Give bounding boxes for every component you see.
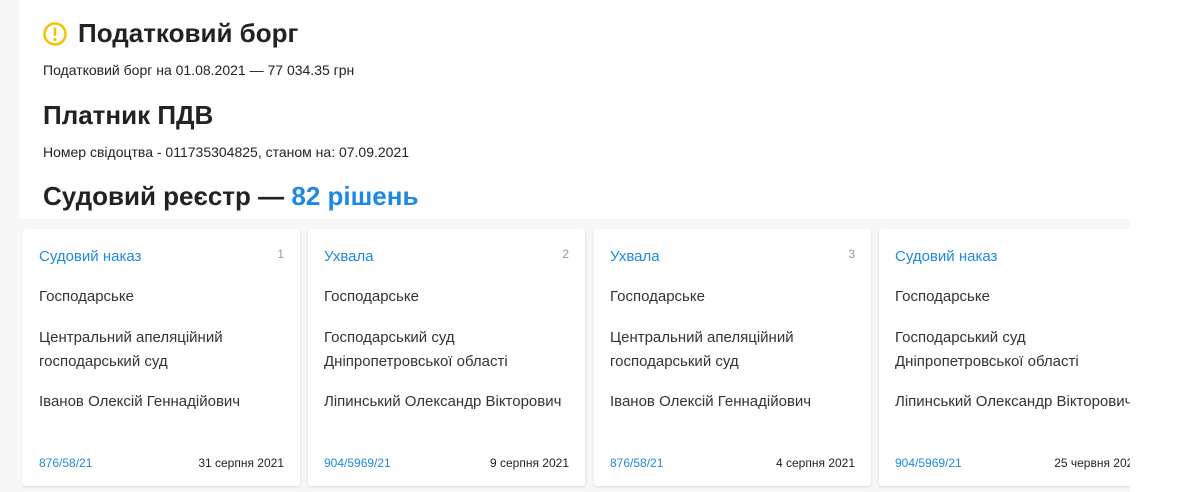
jurisdiction: Господарське	[39, 288, 134, 305]
warning-icon	[43, 21, 67, 46]
decision-date: 9 серпня 2021	[489, 456, 569, 470]
decision-type-link[interactable]: Судовий наказ	[39, 248, 141, 265]
decision-type-link[interactable]: Ухвала	[610, 248, 660, 265]
judge-name: Іванов Олексій Геннадійович	[610, 393, 812, 410]
court-name: Господарський суд Дніпропетровської обла…	[324, 329, 508, 370]
right-margin	[1130, 0, 1178, 492]
decision-card[interactable]: Ухвала 3 Господарське Центральний апеляц…	[594, 229, 871, 486]
case-number-link[interactable]: 876/58/21	[610, 456, 663, 470]
jurisdiction: Господарське	[324, 288, 419, 305]
case-number-link[interactable]: 904/5969/21	[324, 456, 391, 470]
decision-card[interactable]: Ухвала 2 Господарське Господарський суд …	[308, 229, 585, 486]
case-number-link[interactable]: 876/58/21	[39, 456, 92, 470]
court-name: Господарський суд Дніпропетровської обла…	[895, 329, 1079, 370]
vat-detail: Номер свідоцтва - 011735304825, станом н…	[43, 144, 410, 160]
decision-type-link[interactable]: Ухвала	[324, 248, 374, 265]
tax-debt-title: Податковий борг	[43, 18, 298, 49]
case-number-link[interactable]: 904/5969/21	[895, 456, 962, 470]
decision-index: 2	[562, 247, 569, 261]
tax-debt-detail: Податковий борг на 01.08.2021 — 77 034.3…	[43, 62, 355, 78]
decision-date: 25 червня 2021	[1054, 456, 1130, 470]
judge-name: Іванов Олексій Геннадійович	[39, 393, 241, 410]
court-registry-title-text: Судовий реєстр —	[43, 181, 285, 211]
judge-name: Ліпинський Олександр Вікторович	[324, 393, 562, 410]
decision-type-link[interactable]: Судовий наказ	[895, 248, 997, 265]
tax-debt-title-text: Податковий борг	[78, 18, 299, 48]
decision-date: 4 серпня 2021	[775, 456, 855, 470]
decision-card[interactable]: Судовий наказ 1 Господарське Центральний…	[23, 229, 300, 486]
judge-name: Ліпинський Олександр Вікторович	[895, 393, 1130, 410]
jurisdiction: Господарське	[895, 288, 990, 305]
decision-index: 3	[848, 247, 855, 261]
decision-index: 1	[277, 247, 284, 261]
court-registry-count[interactable]: 82 рішень	[291, 181, 418, 211]
court-name: Центральний апеляційний господарський су…	[39, 329, 223, 370]
decision-cards: Судовий наказ 1 Господарське Центральний…	[23, 229, 1130, 489]
jurisdiction: Господарське	[610, 288, 705, 305]
decision-card[interactable]: Судовий наказ Господарське Господарський…	[879, 229, 1130, 486]
court-name: Центральний апеляційний господарський су…	[610, 329, 794, 370]
court-registry-title: Судовий реєстр — 82 рішень	[43, 181, 418, 212]
vat-title: Платник ПДВ	[43, 100, 214, 130]
decision-date: 31 серпня 2021	[198, 456, 284, 470]
